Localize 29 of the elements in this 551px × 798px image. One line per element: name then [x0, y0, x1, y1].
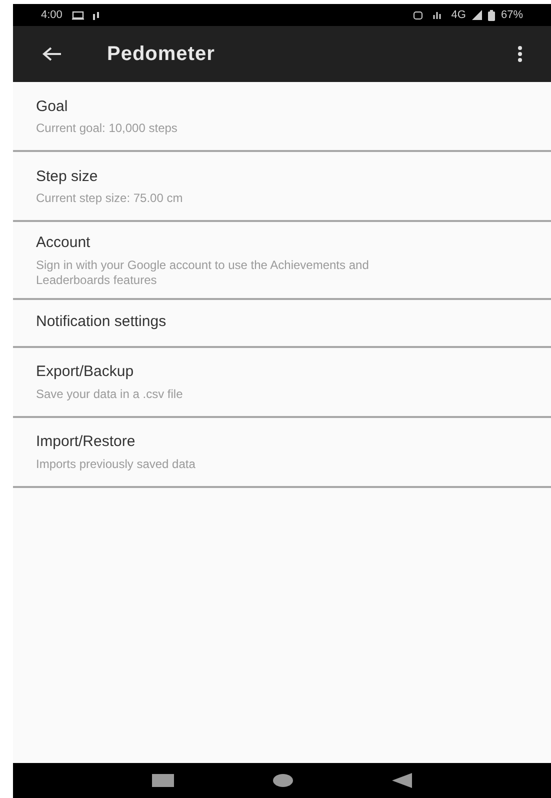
settings-item[interactable]: Import/Restore Imports previously saved data — [13, 418, 551, 488]
settings-item[interactable]: Goal Current goal: 10,000 steps — [13, 82, 551, 152]
app-title: Pedometer — [107, 42, 215, 67]
setting-title: Export/Backup — [36, 362, 135, 382]
setting-summary: Current goal: 10,000 steps — [36, 121, 178, 136]
signal-bars-icon — [433, 10, 444, 20]
battery-percent: 67% — [500, 8, 523, 23]
more-menu-icon[interactable] — [517, 44, 523, 64]
settings-item[interactable]: Account Sign in with your Google account to use the Achievements and Leaderboards features — [13, 222, 551, 300]
settings-item[interactable]: Notification settings — [13, 300, 551, 348]
status-time: 4:00 — [41, 8, 62, 23]
setting-title: Goal — [36, 96, 69, 117]
setting-summary: Imports previously saved data — [36, 456, 196, 472]
setting-title: Notification settings — [36, 312, 168, 332]
setting-summary: Sign in with your Google account to use the Achievements and Leaderboards features — [36, 258, 370, 288]
setting-title: Step size — [36, 166, 99, 187]
setting-title: Account — [36, 233, 92, 253]
settings-item[interactable]: Step size Current step size: 75.00 cm — [13, 152, 551, 222]
settings-item[interactable]: Export/Backup Save your data in a .csv file — [13, 348, 551, 418]
signal-icon — [472, 10, 482, 20]
network-type: 4G — [451, 8, 466, 23]
setting-summary: Save your data in a .csv file — [36, 386, 184, 402]
recents-icon[interactable] — [152, 774, 174, 787]
setting-title: Import/Restore — [36, 432, 136, 452]
screen-icon — [72, 10, 84, 20]
back-icon[interactable] — [392, 773, 412, 788]
setting-summary: Current step size: 75.00 cm — [36, 191, 184, 206]
battery-icon — [488, 10, 495, 20]
home-icon[interactable] — [272, 774, 293, 787]
